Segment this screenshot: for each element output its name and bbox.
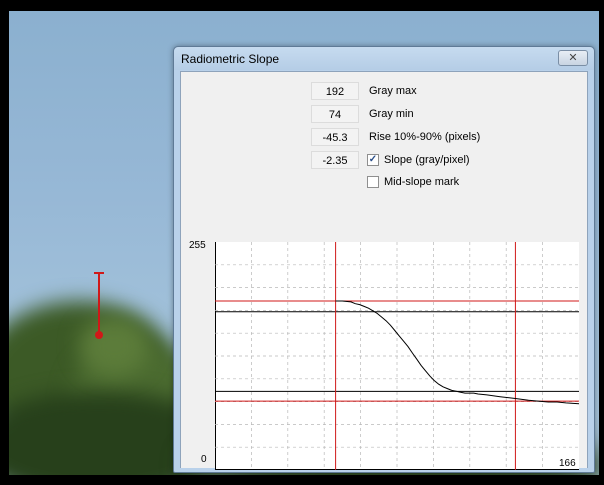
gray-max-label: Gray max [369,85,417,97]
profile-line-start-handle[interactable] [94,272,104,274]
window-title: Radiometric Slope [181,52,280,66]
rise-label: Rise 10%-90% (pixels) [369,131,481,143]
mid-slope-row: Mid-slope mark [181,173,589,193]
profile-line-marker[interactable] [98,273,100,335]
close-icon: ✕ [568,52,578,64]
slope-value: -2.35 [311,151,359,169]
gray-min-value: 74 [311,105,359,123]
profile-line-end-handle[interactable] [95,331,103,339]
close-button[interactable]: ✕ [558,50,588,66]
slope-label[interactable]: Slope (gray/pixel) [384,151,470,169]
slope-chart: 255 0 166 [181,232,587,470]
gray-max-value: 192 [311,82,359,100]
window-client-area: 192 Gray max 74 Gray min -45.3 Rise 10%-… [180,71,589,470]
y-tick-max: 255 [189,240,206,251]
x-tick-max: 166 [559,458,576,469]
mid-slope-label[interactable]: Mid-slope mark [384,173,459,191]
window-titlebar[interactable]: Radiometric Slope ✕ [174,47,594,70]
mid-slope-checkbox[interactable] [367,176,379,188]
slope-checkbox[interactable]: ✓ [367,154,379,166]
tree-foliage [79,316,149,376]
y-tick-min: 0 [201,454,207,465]
gray-min-label: Gray min [369,108,414,120]
desktop-background: Radiometric Slope ✕ 192 Gray max 74 Gray… [9,11,599,475]
rise-value: -45.3 [311,128,359,146]
chart-svg [215,242,580,470]
slope-row: -2.35 ✓ Slope (gray/pixel) [181,151,589,171]
radiometric-slope-window: Radiometric Slope ✕ 192 Gray max 74 Gray… [173,46,595,473]
